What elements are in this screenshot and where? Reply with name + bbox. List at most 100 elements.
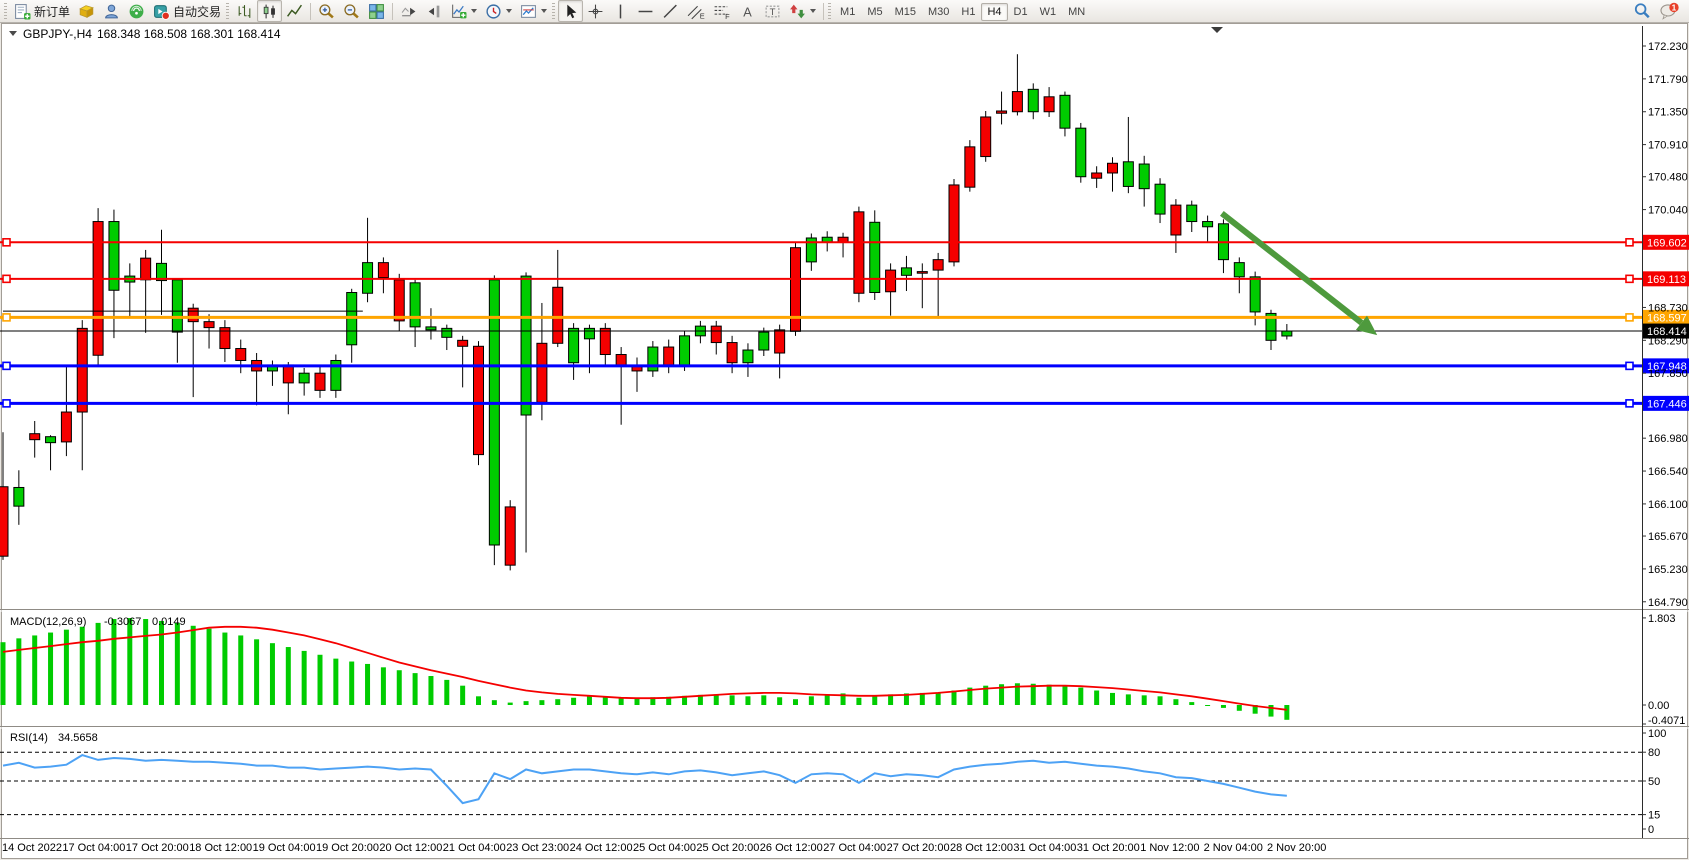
macd-histogram-bar bbox=[1173, 699, 1178, 705]
line-handle[interactable] bbox=[3, 362, 10, 369]
zoom-in-button[interactable] bbox=[314, 0, 339, 22]
candle-body bbox=[489, 280, 499, 545]
autotrade-button[interactable]: 自动交易 bbox=[149, 0, 225, 22]
time-axis-label: 27 Oct 04:00 bbox=[823, 842, 886, 854]
time-axis-label: 28 Oct 12:00 bbox=[950, 842, 1013, 854]
cursor-icon bbox=[562, 3, 579, 20]
price-label: 167.446 bbox=[1647, 398, 1687, 410]
zoom-out-button[interactable] bbox=[339, 0, 364, 22]
chart-canvas[interactable]: 169.602169.113168.597168.414167.948167.4… bbox=[0, 0, 1689, 860]
timeframe-mn[interactable]: MN bbox=[1062, 3, 1091, 21]
toolbar-grip[interactable] bbox=[4, 3, 7, 19]
axis-tick-label: 165.230 bbox=[1648, 564, 1688, 576]
timeframe-m15[interactable]: M15 bbox=[889, 3, 922, 21]
toolbar-grip[interactable] bbox=[552, 3, 555, 19]
timeframe-m30[interactable]: M30 bbox=[922, 3, 955, 21]
time-axis-label: 14 Oct 2022 bbox=[2, 842, 62, 854]
toolbar-grip[interactable] bbox=[226, 3, 229, 19]
arrows-dropdown-icon[interactable] bbox=[810, 9, 816, 13]
timeframe-h1[interactable]: H1 bbox=[955, 3, 981, 21]
equidistant-channel-tool-button[interactable]: E bbox=[683, 0, 709, 22]
vertical-line-tool-button[interactable] bbox=[608, 0, 633, 22]
timeframe-w1[interactable]: W1 bbox=[1034, 3, 1063, 21]
candle-body bbox=[584, 328, 594, 338]
bar-chart-button[interactable] bbox=[232, 0, 257, 22]
candle-chart-button[interactable] bbox=[257, 0, 282, 22]
macd-histogram-bar bbox=[222, 633, 227, 705]
macd-histogram-bar bbox=[1142, 695, 1147, 705]
line-handle[interactable] bbox=[3, 314, 10, 321]
candle-body bbox=[315, 373, 325, 390]
candle-body bbox=[1012, 92, 1022, 112]
macd-histogram-bar bbox=[397, 670, 402, 705]
macd-histogram-bar bbox=[1110, 693, 1115, 705]
crosshair-tool-button[interactable] bbox=[583, 0, 608, 22]
timeframe-d1[interactable]: D1 bbox=[1008, 3, 1034, 21]
chart-shift-button[interactable] bbox=[421, 0, 446, 22]
periods-dropdown-icon[interactable] bbox=[506, 9, 512, 13]
macd-histogram-bar bbox=[872, 695, 877, 705]
candle-body bbox=[775, 330, 785, 353]
tile-windows-button[interactable] bbox=[364, 0, 389, 22]
line-handle[interactable] bbox=[3, 275, 10, 282]
time-axis-label: 19 Oct 20:00 bbox=[316, 842, 379, 854]
accounts-button[interactable] bbox=[99, 0, 124, 22]
line-chart-icon bbox=[286, 3, 303, 20]
fibonacci-tool-button[interactable]: F bbox=[709, 0, 735, 22]
macd-axis-label: 1.803 bbox=[1648, 613, 1676, 625]
templates-dropdown-icon[interactable] bbox=[541, 9, 547, 13]
text-tool-button[interactable]: A bbox=[735, 0, 760, 22]
search-button[interactable] bbox=[1629, 0, 1655, 22]
auto-scroll-button[interactable] bbox=[396, 0, 421, 22]
candle-body bbox=[886, 270, 896, 292]
macd-histogram-bar bbox=[143, 619, 148, 705]
time-axis-label: 2 Nov 04:00 bbox=[1204, 842, 1263, 854]
macd-histogram-bar bbox=[476, 696, 481, 705]
line-handle[interactable] bbox=[3, 400, 10, 407]
line-handle[interactable] bbox=[1626, 400, 1633, 407]
periods-button[interactable] bbox=[481, 0, 516, 22]
candle-body bbox=[569, 328, 579, 362]
macd-histogram-bar bbox=[1189, 702, 1194, 705]
indicators-button[interactable] bbox=[446, 0, 481, 22]
candle-body bbox=[1187, 205, 1197, 221]
cursor-tool-button[interactable] bbox=[558, 0, 583, 22]
notifications-button[interactable]: 1 bbox=[1655, 0, 1683, 22]
line-handle[interactable] bbox=[1626, 275, 1633, 282]
templates-button[interactable] bbox=[516, 0, 551, 22]
time-axis-label: 23 Oct 23:00 bbox=[506, 842, 569, 854]
horizontal-line-tool-button[interactable] bbox=[633, 0, 658, 22]
svg-text:A: A bbox=[743, 4, 752, 19]
timeframe-h4[interactable]: H4 bbox=[981, 3, 1007, 21]
signals-button[interactable] bbox=[124, 0, 149, 22]
search-icon bbox=[1633, 2, 1651, 20]
macd-histogram-bar bbox=[1237, 705, 1242, 711]
text-label-icon: T bbox=[764, 3, 781, 20]
candle-body bbox=[933, 260, 943, 270]
rsi-axis-label: 50 bbox=[1648, 776, 1660, 788]
horizontal-line-icon bbox=[637, 3, 654, 20]
line-handle[interactable] bbox=[1626, 362, 1633, 369]
macd-histogram-bar bbox=[349, 662, 354, 705]
toolbar-grip[interactable] bbox=[828, 3, 831, 19]
candle-body bbox=[1171, 205, 1181, 235]
market-depth-button[interactable] bbox=[74, 0, 99, 22]
arrows-tool-button[interactable] bbox=[785, 0, 820, 22]
rsi-value: 34.5658 bbox=[58, 732, 98, 744]
rsi-axis-label: 15 bbox=[1648, 810, 1660, 822]
timeframe-m1[interactable]: M1 bbox=[834, 3, 861, 21]
line-chart-button[interactable] bbox=[282, 0, 307, 22]
text-label-tool-button[interactable]: T bbox=[760, 0, 785, 22]
new-order-button[interactable]: 新订单 bbox=[10, 0, 74, 22]
candle-body bbox=[204, 322, 214, 328]
line-handle[interactable] bbox=[1626, 314, 1633, 321]
candle-body bbox=[410, 283, 420, 327]
candle-body bbox=[299, 373, 309, 383]
candle-body bbox=[30, 434, 40, 440]
timeframe-m5[interactable]: M5 bbox=[861, 3, 888, 21]
line-handle[interactable] bbox=[3, 239, 10, 246]
trendline-tool-button[interactable] bbox=[658, 0, 683, 22]
candle-body bbox=[378, 263, 388, 278]
indicators-dropdown-icon[interactable] bbox=[471, 9, 477, 13]
line-handle[interactable] bbox=[1626, 239, 1633, 246]
